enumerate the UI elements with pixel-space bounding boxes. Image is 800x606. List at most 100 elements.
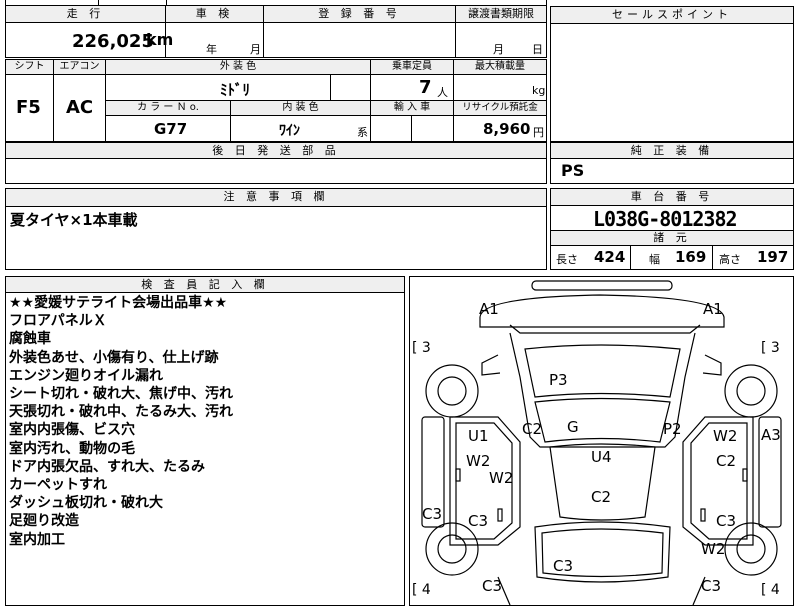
car-diagram-box: [ 3 [ 3 [ 4 [ 4 A1 A1 P3 C2 G P2 U1 W2 A… <box>409 276 794 606</box>
import-cell-a <box>371 116 412 141</box>
import-label: 輸 入 車 <box>371 101 454 116</box>
shift-cell: F5 <box>6 75 54 141</box>
damage-code: G <box>567 418 579 436</box>
inspector-note: 足廻り改造 <box>9 513 79 530</box>
specs-header: 諸 元 <box>551 231 793 246</box>
inspector-note: 室内汚れ、動物の毛 <box>9 440 136 457</box>
inspector-note: 室内加工 <box>9 531 65 548</box>
registration-number-header: 登 録 番 号 <box>264 6 456 23</box>
color-no-cell: G77 <box>106 116 231 141</box>
height-spec: 高さ 197 <box>713 246 793 269</box>
damage-code: C3 <box>716 512 737 530</box>
registration-number-cell <box>264 23 456 58</box>
max-load-cell: kg <box>454 75 546 101</box>
damage-code: C3 <box>553 557 574 575</box>
shift-value: F5 <box>16 97 41 118</box>
transfer-deadline-header: 譲渡書類期限 <box>456 6 546 23</box>
mileage-cell: 226,025 km <box>6 23 173 58</box>
later-shipped-parts-box: 後 日 発 送 部 品 <box>5 142 547 184</box>
damage-code: C2 <box>591 488 612 506</box>
interior-color-value: ﾜｲﾝ <box>279 123 300 139</box>
transfer-deadline-cell: 月 日 <box>456 23 546 58</box>
transfer-day-unit: 日 <box>532 43 543 56</box>
inspector-notes-list: ★★愛媛サテライト会場出品車★★ フロアパネルＸ 腐蝕車 外装色あせ、小傷有り、… <box>9 294 403 549</box>
genuine-equipment-box: 純 正 装 備 PS <box>550 142 794 184</box>
chassis-number-header: 車 台 番 号 <box>551 189 793 206</box>
transfer-month-unit: 月 <box>493 43 504 56</box>
inspection-year-unit: 年 <box>206 43 217 56</box>
damage-code: A3 <box>761 426 781 444</box>
specs-row: 長さ 424 幅 169 高さ 197 <box>551 246 793 269</box>
genuine-equipment-value: PS <box>561 161 585 180</box>
damage-code: W2 <box>466 452 491 470</box>
interior-color-label: 内 装 色 <box>231 101 371 116</box>
inspector-note: ドア内張欠品、すれ大、たるみ <box>9 458 205 475</box>
genuine-equipment-header: 純 正 装 備 <box>551 143 793 159</box>
top-info-table: 走 行 車 検 登 録 番 号 譲渡書類期限 226,025 km 年 月 月 … <box>5 0 547 58</box>
caution-value: 夏タイヤ×1本車載 <box>10 211 138 229</box>
sales-point-box: セールスポイント <box>550 6 794 142</box>
max-load-unit: kg <box>532 84 546 97</box>
height-label: 高さ <box>719 253 741 266</box>
caution-box: 注 意 事 項 欄 夏タイヤ×1本車載 <box>5 188 547 270</box>
length-value: 424 <box>594 248 626 266</box>
recycle-fee-label: リサイクル預託金 <box>454 101 546 116</box>
height-value: 197 <box>757 248 789 266</box>
length-label: 長さ <box>556 253 578 266</box>
interior-color-suffix: 系 <box>357 126 368 139</box>
damage-code: W2 <box>713 427 738 445</box>
aircon-label: エアコン <box>54 60 106 75</box>
inspector-notes-header: 検 査 員 記 入 欄 <box>6 277 404 293</box>
max-load-label: 最大積載量 <box>454 60 546 75</box>
exterior-color-value: ﾐﾄﾞﾘ <box>220 81 251 99</box>
mileage-value: 226,025 <box>72 31 154 52</box>
damage-code: C2 <box>716 452 737 470</box>
inspector-note: 室内内張傷、ビス穴 <box>9 422 135 439</box>
caution-header: 注 意 事 項 欄 <box>6 189 546 207</box>
recycle-fee-unit: 円 <box>533 126 544 139</box>
tire-mark-front-left: [ 3 <box>412 340 431 356</box>
color-no-label: カ ラ ー Ｎ o. <box>106 101 231 116</box>
exterior-color-extra-cell <box>331 75 371 101</box>
damage-code: U4 <box>591 448 612 466</box>
vehicle-detail-table: シフト エアコン 外 装 色 乗車定員 最大積載量 F5 AC ﾐﾄﾞﾘ 7 人… <box>5 59 547 142</box>
width-label: 幅 <box>649 253 660 266</box>
inspector-note: 腐蝕車 <box>9 331 51 348</box>
damage-code: P3 <box>549 371 568 389</box>
damage-code: C3 <box>422 505 443 523</box>
damage-code: U1 <box>468 427 489 445</box>
capacity-value: 7 <box>419 77 432 98</box>
capacity-cell: 7 人 <box>371 75 454 101</box>
inspector-note: シート切れ・破れ大、焦げ中、汚れ <box>9 386 233 403</box>
capacity-label: 乗車定員 <box>371 60 454 75</box>
recycle-fee-cell: 8,960 円 <box>454 116 546 141</box>
inspector-note: 天張切れ・破れ中、たるみ大、汚れ <box>9 404 233 421</box>
import-cell-b <box>412 116 454 141</box>
chassis-box: 車 台 番 号 L038G-8012382 諸 元 長さ 424 幅 169 高… <box>550 188 794 270</box>
aircon-cell: AC <box>54 75 106 141</box>
inspection-cell: 年 月 <box>166 23 264 58</box>
exterior-color-cell: ﾐﾄﾞﾘ <box>106 75 331 101</box>
width-value: 169 <box>675 248 707 266</box>
chassis-number-value: L038G-8012382 <box>593 207 738 231</box>
chassis-number-cell: L038G-8012382 <box>551 206 793 231</box>
damage-code: C3 <box>482 577 503 595</box>
inspector-note: フロアパネルＸ <box>9 313 107 330</box>
inspection-header: 車 検 <box>166 6 264 23</box>
inspector-note: エンジン廻りオイル漏れ <box>9 367 163 384</box>
interior-color-cell: ﾜｲﾝ 系 <box>231 116 371 141</box>
aircon-value: AC <box>66 97 94 118</box>
later-shipped-parts-header: 後 日 発 送 部 品 <box>6 143 546 159</box>
damage-code: P2 <box>663 420 682 438</box>
length-spec: 長さ 424 <box>551 246 631 269</box>
tire-mark-front-right: [ 3 <box>761 340 780 356</box>
exterior-color-label: 外 装 色 <box>106 60 371 75</box>
damage-code: C3 <box>701 577 722 595</box>
damage-code: W2 <box>489 469 514 487</box>
sales-point-header: セールスポイント <box>551 7 793 24</box>
inspector-note: ★★愛媛サテライト会場出品車★★ <box>9 295 228 311</box>
inspector-notes-box: 検 査 員 記 入 欄 ★★愛媛サテライト会場出品車★★ フロアパネルＸ 腐蝕車… <box>5 276 405 606</box>
inspector-note: カーペットすれ <box>9 477 107 494</box>
shift-label: シフト <box>6 60 54 75</box>
damage-code: W2 <box>701 540 726 558</box>
